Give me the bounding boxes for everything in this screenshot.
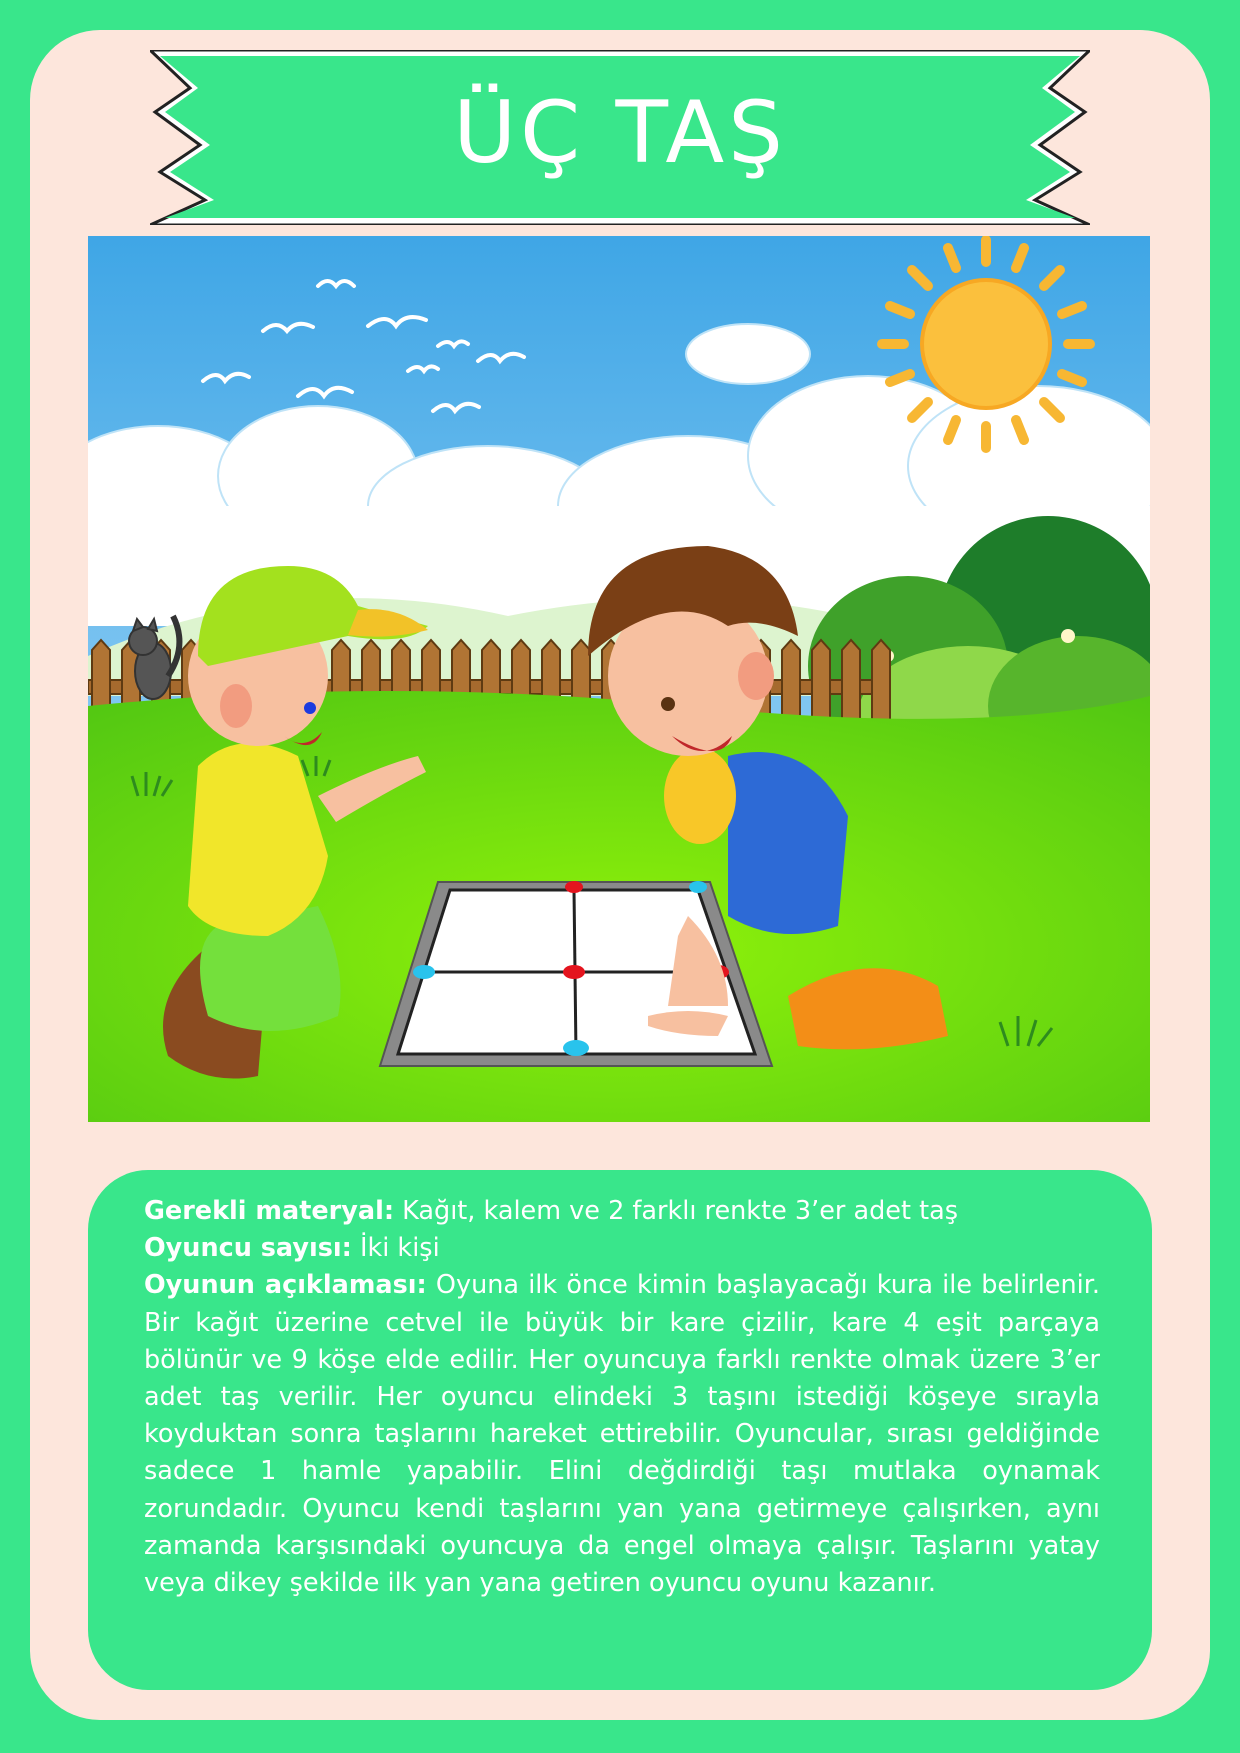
illustration-scene: [88, 236, 1150, 1122]
page-title: ÜÇ TAŞ: [453, 83, 787, 183]
players-label: Oyuncu sayısı:: [144, 1233, 352, 1264]
materials-label: Gerekli materyal:: [144, 1196, 395, 1226]
info-text: Gerekli materyal: Kağıt, kalem ve 2 fark…: [144, 1193, 1100, 1602]
info-panel: Gerekli materyal: Kağıt, kalem ve 2 fark…: [88, 1170, 1152, 1690]
players-line: Oyuncu sayısı: İki kişi: [144, 1230, 1100, 1267]
description-label: Oyunun açıklaması:: [144, 1270, 427, 1301]
description-value: Oyuna ilk önce kimin başlayacağı kura il…: [144, 1270, 1100, 1599]
players-value: İki kişi: [351, 1233, 440, 1264]
description-paragraph: Oyunun açıklaması: Oyuna ilk önce kimin …: [144, 1267, 1100, 1602]
materials-line: Gerekli materyal: Kağıt, kalem ve 2 fark…: [144, 1193, 1100, 1230]
materials-value: Kağıt, kalem ve 2 farklı renkte 3’er ade…: [394, 1196, 958, 1226]
